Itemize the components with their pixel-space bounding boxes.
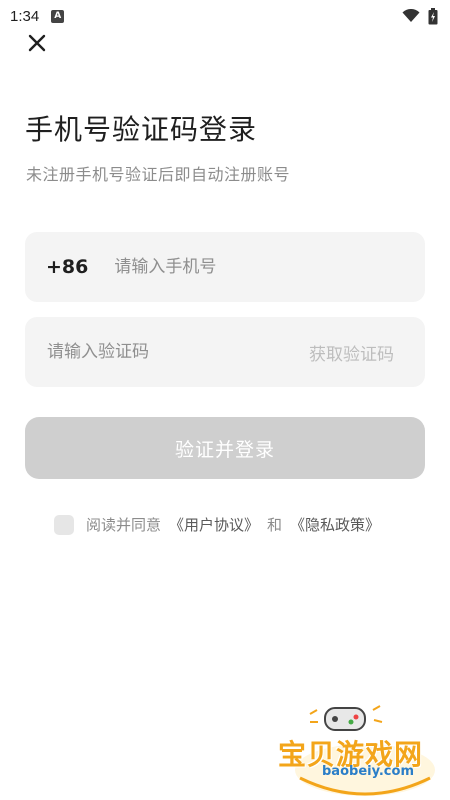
battery-icon	[428, 7, 438, 25]
agree-checkbox[interactable]	[54, 514, 74, 535]
agreement: 阅读并同意 《用户协议》 和 《隐私政策》	[54, 514, 388, 535]
page-subtitle: 未注册手机号验证后即自动注册账号	[26, 165, 291, 184]
status-time: 1:34	[10, 7, 40, 25]
close-button[interactable]	[24, 30, 50, 56]
phone-input[interactable]	[114, 257, 385, 277]
a-icon: A	[51, 9, 65, 23]
close-icon	[28, 34, 46, 52]
gamepad-icon	[324, 707, 366, 731]
user-agreement-link[interactable]: 《用户协议》	[169, 514, 259, 535]
code-field: 获取验证码	[25, 317, 425, 387]
watermark-url: baobeiy.com	[322, 764, 414, 779]
wifi-icon	[402, 9, 420, 23]
privacy-policy-link[interactable]: 《隐私政策》	[290, 514, 380, 535]
status-bar: 1:34 A	[0, 0, 450, 32]
login-button[interactable]: 验证并登录	[25, 417, 425, 479]
agreement-prefix: 阅读并同意	[86, 516, 162, 534]
agreement-conjunction: 和	[267, 516, 283, 534]
login-page: 1:34 A 手机号验证码登录 未注册手机号验证后即自动注册账号 +86 请输入…	[0, 0, 450, 800]
status-icons	[402, 7, 438, 25]
phone-field: +86	[25, 232, 425, 302]
get-code-button[interactable]: 获取验证码	[309, 340, 394, 365]
code-input[interactable]	[47, 342, 267, 362]
page-title: 手机号验证码登录	[25, 113, 258, 146]
country-code[interactable]: +86	[46, 256, 88, 278]
